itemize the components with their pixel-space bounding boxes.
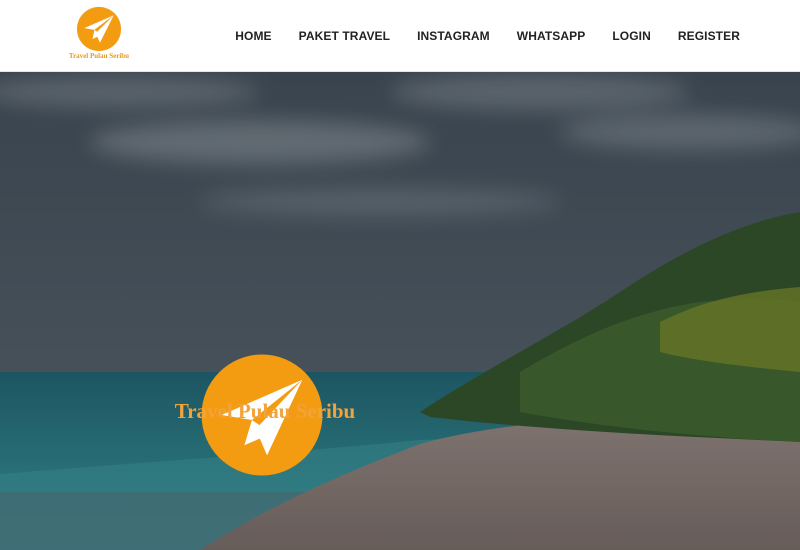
menu-item-instagram: INSTAGRAM <box>417 27 490 45</box>
menu-item-register: REGISTER <box>678 27 740 45</box>
brand-logo-link[interactable]: Travel Pulau Seribu <box>68 6 130 62</box>
brand-name: Travel Pulau Seribu <box>68 52 130 60</box>
main-menu: HOME PAKET TRAVEL INSTAGRAM WHATSAPP LOG… <box>208 0 740 72</box>
beach-background-image <box>0 72 800 550</box>
nav-link-home[interactable]: HOME <box>235 29 271 43</box>
menu-item-whatsapp: WHATSAPP <box>517 27 586 45</box>
hero-banner: Travel Pulau Seribu <box>0 72 800 550</box>
navbar: Travel Pulau Seribu HOME PAKET TRAVEL IN… <box>0 0 800 72</box>
menu-item-paket-travel: PAKET TRAVEL <box>299 27 390 45</box>
nav-link-instagram[interactable]: INSTAGRAM <box>417 29 490 43</box>
menu-item-login: LOGIN <box>612 27 651 45</box>
nav-link-paket-travel[interactable]: PAKET TRAVEL <box>299 29 390 43</box>
paper-plane-icon <box>76 6 122 52</box>
nav-link-whatsapp[interactable]: WHATSAPP <box>517 29 586 43</box>
nav-link-login[interactable]: LOGIN <box>612 29 651 43</box>
nav-link-register[interactable]: REGISTER <box>678 29 740 43</box>
menu-item-home: HOME <box>235 27 271 45</box>
hero-title: Travel Pulau Seribu <box>174 399 356 423</box>
